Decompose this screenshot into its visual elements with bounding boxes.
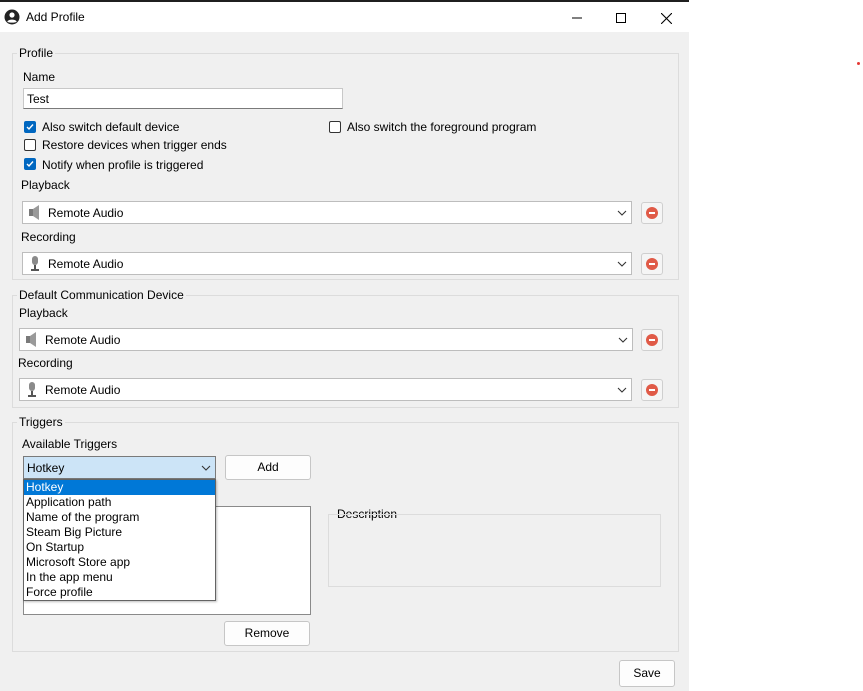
playback-device-value: Remote Audio — [48, 206, 124, 220]
available-triggers-label: Available Triggers — [22, 437, 118, 451]
comm-playback-device-value: Remote Audio — [45, 333, 121, 347]
triggers-group-label: Triggers — [17, 415, 65, 429]
name-label: Name — [23, 70, 56, 84]
dropdown-option-steam-big-picture[interactable]: Steam Big Picture — [24, 525, 215, 540]
switch-default-device-checkbox[interactable] — [24, 121, 36, 133]
remove-icon — [646, 258, 658, 270]
close-button[interactable] — [643, 4, 689, 32]
maximize-button[interactable] — [598, 4, 644, 32]
dropdown-option-program-name[interactable]: Name of the program — [24, 510, 215, 525]
switch-foreground-label: Also switch the foreground program — [347, 120, 537, 134]
dropdown-option-in-app-menu[interactable]: In the app menu — [24, 570, 215, 585]
recording-device-combo[interactable]: Remote Audio — [22, 252, 632, 275]
available-triggers-value: Hotkey — [27, 461, 65, 475]
add-profile-window: Add Profile Profile Name Test Also switc… — [0, 0, 689, 691]
chevron-down-icon — [201, 465, 211, 471]
remove-icon — [646, 334, 658, 346]
communication-group-label: Default Communication Device — [17, 288, 186, 302]
save-button[interactable]: Save — [619, 660, 675, 687]
remove-recording-button[interactable] — [641, 253, 663, 275]
comm-recording-label: Recording — [18, 356, 73, 370]
notify-triggered-checkbox[interactable] — [24, 158, 36, 170]
microphone-icon — [31, 256, 39, 271]
remove-trigger-button[interactable]: Remove — [224, 621, 310, 646]
dropdown-option-on-startup[interactable]: On Startup — [24, 540, 215, 555]
maximize-icon — [616, 13, 626, 23]
user-profile-icon — [4, 9, 20, 25]
dropdown-option-microsoft-store-app[interactable]: Microsoft Store app — [24, 555, 215, 570]
speaker-icon — [29, 205, 39, 220]
dropdown-option-hotkey[interactable]: Hotkey — [24, 480, 215, 495]
switch-foreground-checkbox[interactable] — [329, 121, 341, 133]
remove-comm-recording-button[interactable] — [641, 379, 663, 401]
cursor-dot — [857, 62, 860, 65]
dropdown-option-force-profile[interactable]: Force profile — [24, 585, 215, 600]
checkmark-icon — [26, 124, 34, 131]
close-icon — [660, 12, 672, 24]
chevron-down-icon — [617, 210, 627, 216]
add-trigger-button[interactable]: Add — [225, 455, 311, 480]
notify-triggered-label: Notify when profile is triggered — [42, 158, 204, 172]
name-input[interactable]: Test — [23, 88, 343, 109]
recording-label: Recording — [21, 230, 76, 244]
recording-device-value: Remote Audio — [48, 257, 124, 271]
description-box — [328, 514, 661, 587]
remove-icon — [646, 207, 658, 219]
minimize-icon — [572, 17, 582, 19]
chevron-down-icon — [618, 337, 628, 343]
restore-devices-checkbox[interactable] — [24, 139, 36, 151]
speaker-icon — [26, 332, 36, 347]
chevron-down-icon — [617, 261, 627, 267]
checkmark-icon — [26, 161, 34, 168]
triggers-dropdown[interactable]: Hotkey Application path Name of the prog… — [23, 479, 216, 601]
comm-playback-label: Playback — [19, 306, 68, 320]
title-bar: Add Profile — [0, 2, 689, 32]
playback-label: Playback — [21, 178, 70, 192]
name-input-value: Test — [27, 92, 50, 106]
switch-default-device-label: Also switch default device — [42, 120, 180, 134]
remove-icon — [646, 384, 658, 396]
window-title: Add Profile — [26, 10, 85, 24]
profile-group-label: Profile — [17, 46, 56, 60]
minimize-button[interactable] — [554, 4, 600, 32]
remove-comm-playback-button[interactable] — [641, 329, 663, 351]
restore-devices-label: Restore devices when trigger ends — [42, 138, 227, 152]
playback-device-combo[interactable]: Remote Audio — [22, 201, 632, 224]
chevron-down-icon — [617, 387, 627, 393]
comm-recording-device-value: Remote Audio — [45, 383, 121, 397]
available-triggers-combo[interactable]: Hotkey — [23, 456, 216, 479]
remove-playback-button[interactable] — [641, 202, 663, 224]
comm-playback-device-combo[interactable]: Remote Audio — [19, 328, 633, 351]
dropdown-option-application-path[interactable]: Application path — [24, 495, 215, 510]
comm-recording-device-combo[interactable]: Remote Audio — [19, 378, 632, 401]
microphone-icon — [28, 382, 36, 397]
